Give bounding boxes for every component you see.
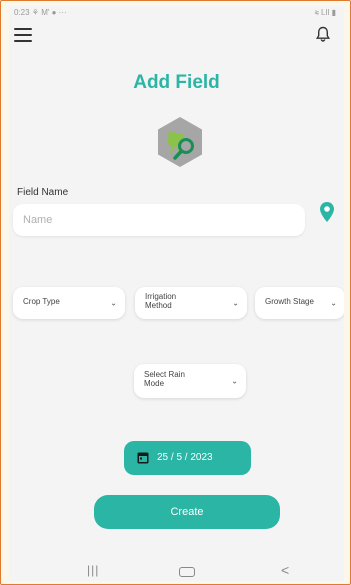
page-title: Add Field — [133, 72, 220, 93]
status-icons: ≋ Ꮮll ▮ — [314, 8, 336, 17]
status-bar: 0:23 ⚘ M' ● ··· ≋ Ꮮll ▮ — [9, 6, 344, 20]
bell-icon[interactable] — [316, 26, 330, 42]
rain-mode-select[interactable]: Select Rain Mode ⌄ — [134, 364, 246, 398]
app-screen: 0:23 ⚘ M' ● ··· ≋ Ꮮll ▮ Add Field Field … — [9, 6, 344, 581]
wheat-magnifier-icon — [158, 117, 202, 167]
growth-stage-label: Growth Stage — [265, 297, 314, 306]
date-picker-button[interactable]: 25 / 5 / 2023 — [124, 441, 251, 475]
hamburger-menu-icon[interactable] — [14, 28, 32, 42]
name-input[interactable] — [13, 204, 305, 236]
home-button[interactable] — [179, 567, 195, 577]
field-name-label: Field Name — [17, 187, 69, 198]
calendar-icon — [137, 452, 149, 464]
irrigation-method-label: Irrigation Method — [145, 292, 177, 310]
growth-stage-select[interactable]: Growth Stage ⌄ — [255, 287, 344, 319]
irrigation-method-select[interactable]: Irrigation Method ⌄ — [135, 287, 247, 319]
date-value: 25 / 5 / 2023 — [157, 452, 213, 463]
chevron-down-icon: ⌄ — [330, 298, 337, 308]
status-time: 0:23 ⚘ M' ● ··· — [14, 8, 67, 17]
device-frame: 0:23 ⚘ M' ● ··· ≋ Ꮮll ▮ Add Field Field … — [0, 0, 351, 585]
map-pin-icon[interactable] — [319, 201, 335, 223]
rain-mode-label: Select Rain Mode — [144, 370, 185, 388]
recents-button[interactable]: ||| — [87, 563, 99, 577]
crop-type-select[interactable]: Crop Type ⌄ — [13, 287, 125, 319]
chevron-down-icon: ⌄ — [232, 298, 239, 308]
back-button[interactable]: < — [281, 562, 289, 578]
create-button[interactable]: Create — [94, 495, 280, 529]
system-nav-bar: ||| < — [9, 561, 344, 581]
chevron-down-icon: ⌄ — [110, 298, 117, 308]
chevron-down-icon: ⌄ — [231, 376, 238, 386]
crop-type-label: Crop Type — [23, 297, 60, 306]
